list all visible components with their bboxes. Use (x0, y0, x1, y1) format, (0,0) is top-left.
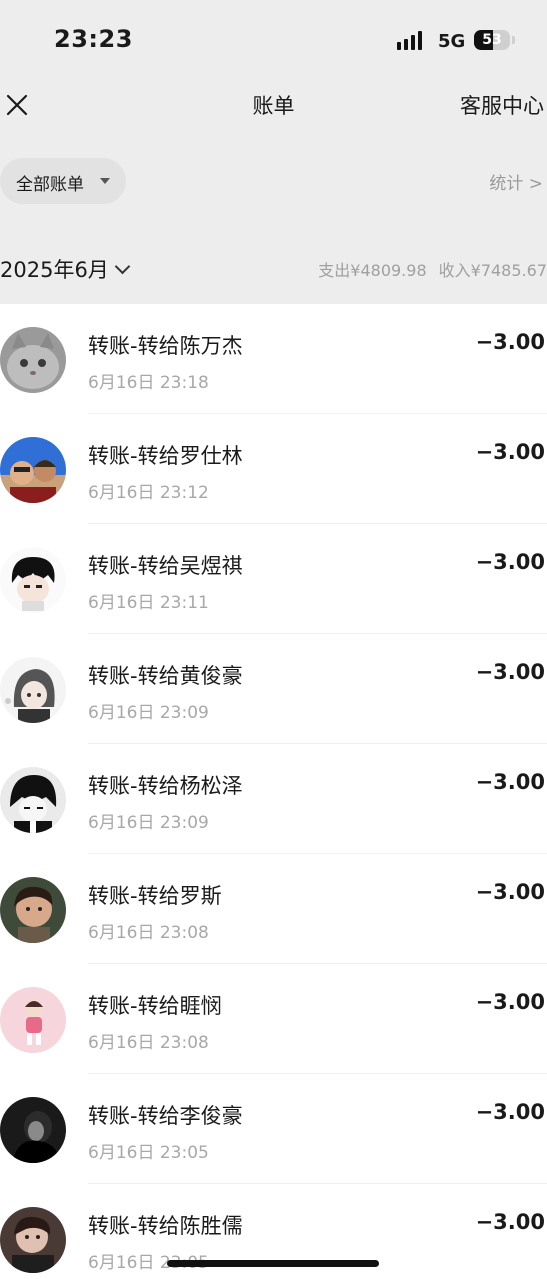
transaction-amount: −3.00 (475, 990, 545, 1014)
month-expense: 支出¥4809.98 (318, 261, 427, 280)
customer-service-link[interactable]: 客服中心 (460, 90, 544, 120)
avatar (0, 547, 66, 613)
transaction-time: 6月16日 23:08 (88, 1033, 209, 1053)
avatar (0, 657, 66, 723)
transaction-amount: −3.00 (475, 440, 545, 464)
battery-tip (512, 36, 515, 44)
transaction-amount: −3.00 (475, 1210, 545, 1234)
avatar (0, 437, 66, 503)
transaction-row[interactable]: 转账-转给罗斯 6月16日 23:08 −3.00 (0, 854, 547, 964)
network-type: 5G (438, 31, 466, 52)
transaction-title: 转账-转给睚悯 (88, 994, 222, 1018)
transaction-title: 转账-转给李俊豪 (88, 1104, 243, 1128)
transaction-row[interactable]: 转账-转给陈万杰 6月16日 23:18 −3.00 (0, 304, 547, 414)
transaction-row[interactable]: 转账-转给杨松泽 6月16日 23:09 −3.00 (0, 744, 547, 854)
transaction-amount: −3.00 (475, 1100, 545, 1124)
chevron-down-icon (114, 258, 131, 275)
transaction-title: 转账-转给罗斯 (88, 884, 222, 908)
transaction-title: 转账-转给吴煜祺 (88, 554, 243, 578)
transaction-amount: −3.00 (475, 880, 545, 904)
month-picker[interactable]: 2025年6月 (0, 254, 131, 284)
transaction-amount: −3.00 (475, 660, 545, 684)
transaction-amount: −3.00 (475, 770, 545, 794)
transaction-title: 转账-转给罗仕林 (88, 444, 243, 468)
battery-icon: 53 (474, 30, 510, 50)
transaction-time: 6月16日 23:09 (88, 813, 209, 833)
home-indicator (167, 1260, 379, 1267)
transaction-title: 转账-转给黄俊豪 (88, 664, 243, 688)
month-income: 收入¥7485.67 (438, 261, 547, 280)
bill-filter-label: 全部账单 (16, 175, 84, 195)
transaction-row[interactable]: 转账-转给黄俊豪 6月16日 23:09 −3.00 (0, 634, 547, 744)
month-summary: 支出¥4809.98 收入¥7485.67 (318, 257, 547, 281)
statistics-link[interactable]: 统计 > (489, 169, 543, 194)
transaction-time: 6月16日 23:11 (88, 593, 209, 613)
month-label: 2025年6月 (0, 258, 109, 282)
transaction-amount: −3.00 (475, 550, 545, 574)
bill-filter-dropdown[interactable]: 全部账单 (0, 158, 126, 204)
nav-bar: 账单 客服中心 (0, 80, 547, 130)
transaction-row[interactable]: 转账-转给吴煜祺 6月16日 23:11 −3.00 (0, 524, 547, 634)
transaction-list: 转账-转给陈万杰 6月16日 23:18 −3.00 转账-转给罗仕林 6月16… (0, 304, 547, 1279)
avatar (0, 327, 66, 393)
transaction-time: 6月16日 23:08 (88, 923, 209, 943)
transaction-title: 转账-转给陈胜儒 (88, 1214, 243, 1238)
battery-level: 53 (482, 32, 502, 48)
signal-icon (397, 31, 427, 50)
avatar (0, 1097, 66, 1163)
status-bar: 23:23 5G 53 (0, 0, 547, 80)
transaction-title: 转账-转给杨松泽 (88, 774, 243, 798)
month-header: 2025年6月 支出¥4809.98 收入¥7485.67 (0, 232, 547, 304)
transaction-row[interactable]: 转账-转给罗仕林 6月16日 23:12 −3.00 (0, 414, 547, 524)
caret-down-icon (100, 178, 110, 184)
avatar (0, 877, 66, 943)
transaction-title: 转账-转给陈万杰 (88, 334, 243, 358)
transaction-time: 6月16日 23:12 (88, 483, 209, 503)
transaction-row[interactable]: 转账-转给李俊豪 6月16日 23:05 −3.00 (0, 1074, 547, 1184)
transaction-amount: −3.00 (475, 330, 545, 354)
avatar (0, 767, 66, 833)
transaction-time: 6月16日 23:18 (88, 373, 209, 393)
avatar (0, 1207, 66, 1273)
status-time: 23:23 (54, 25, 133, 53)
transaction-time: 6月16日 23:05 (88, 1143, 209, 1163)
transaction-time: 6月16日 23:09 (88, 703, 209, 723)
transaction-row[interactable]: 转账-转给睚悯 6月16日 23:08 −3.00 (0, 964, 547, 1074)
avatar (0, 987, 66, 1053)
